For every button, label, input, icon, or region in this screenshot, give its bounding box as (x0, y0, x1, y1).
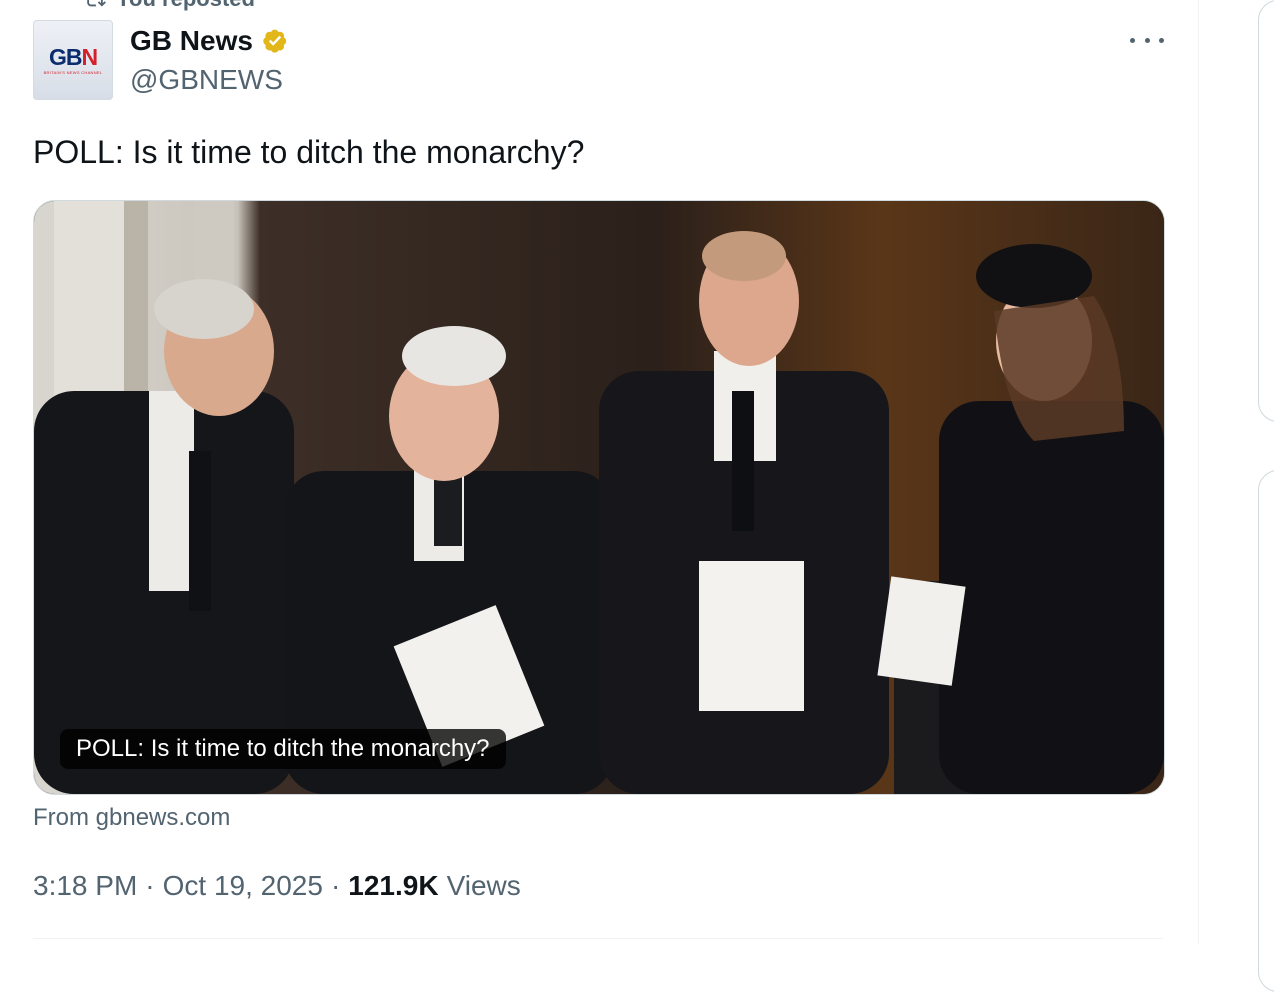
author-info: GB News @GBNEWS (130, 22, 291, 96)
sidebar-card (1258, 470, 1274, 992)
views-count: 121.9K (348, 870, 439, 901)
avatar[interactable]: GBN BRITAIN'S NEWS CHANNEL (33, 20, 113, 100)
verified-badge-icon[interactable] (259, 25, 291, 57)
tweet-date[interactable]: Oct 19, 2025 (163, 870, 323, 902)
repost-label: You reposted (116, 0, 255, 12)
tweet-meta: 3:18 PM · Oct 19, 2025 · 121.9K Views (33, 870, 521, 902)
tweet-text: POLL: Is it time to ditch the monarchy? (33, 134, 585, 170)
meta-separator: · (145, 870, 155, 901)
photo-illustration (34, 201, 1164, 794)
repost-icon (87, 0, 106, 7)
avatar-logo: GBN (48, 43, 98, 70)
tweet-media[interactable]: POLL: Is it time to ditch the monarchy? (33, 200, 1165, 795)
tweet-time[interactable]: 3:18 PM (33, 870, 137, 902)
tweet-card[interactable]: You reposted GBN BRITAIN'S NEWS CHANNEL … (0, 0, 1199, 944)
handle[interactable]: @GBNEWS (130, 64, 291, 96)
views-label: Views (446, 870, 521, 901)
more-options-icon[interactable] (1130, 30, 1164, 50)
sidebar-card (1258, 0, 1274, 422)
meta-separator: · (330, 870, 341, 901)
media-caption: POLL: Is it time to ditch the monarchy? (60, 729, 506, 769)
display-name[interactable]: GB News (130, 25, 253, 57)
divider (33, 938, 1163, 939)
repost-indicator[interactable]: You reposted (84, 0, 255, 12)
avatar-tagline: BRITAIN'S NEWS CHANNEL (43, 69, 103, 75)
link-source[interactable]: From gbnews.com (33, 804, 230, 832)
